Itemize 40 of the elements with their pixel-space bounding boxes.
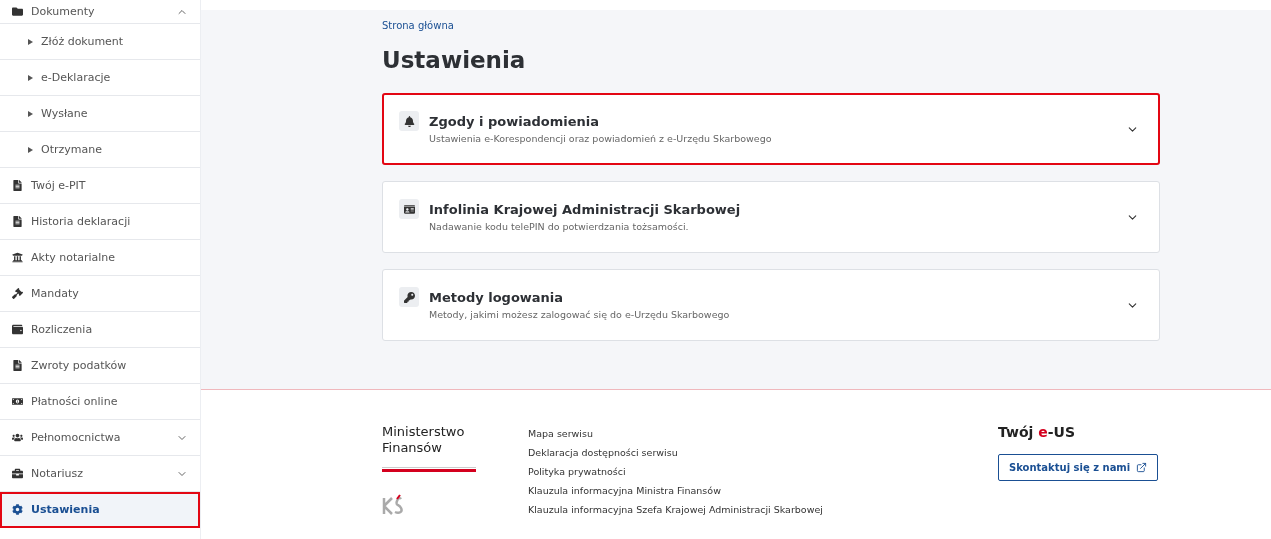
document-icon xyxy=(12,216,23,227)
banknote-icon xyxy=(12,396,23,407)
bullet-icon xyxy=(28,38,33,45)
contact-button[interactable]: Skontaktuj się z nami xyxy=(998,454,1159,481)
gavel-icon xyxy=(12,288,23,299)
bullet-icon xyxy=(28,74,33,81)
document-icon xyxy=(12,360,23,371)
bullet-icon xyxy=(28,110,33,117)
briefcase-icon xyxy=(12,468,23,479)
card-title: Zgody i powiadomienia xyxy=(429,114,600,129)
settings-icon xyxy=(12,504,23,515)
card-description: Metody, jakimi możesz zalogować się do e-Urzędu Skarbowego xyxy=(429,309,731,320)
card-description: Nadawanie kodu telePIN do potwierdzania tożsamości. xyxy=(429,221,690,232)
footer-link[interactable]: Deklaracja dostępności serwisu xyxy=(528,447,998,458)
settings-card[interactable]: Zgody i powiadomienia Ustawienia e-Korespondencji oraz powiadomień z e-Urzędu Skarbowego xyxy=(382,93,1160,165)
sidebar-item[interactable]: Ustawienia xyxy=(0,492,200,528)
ministry-name: Ministerstwo xyxy=(382,424,466,440)
bell-icon xyxy=(399,111,419,131)
external-link-icon xyxy=(1136,462,1148,473)
wallet-icon xyxy=(12,324,23,335)
bank-icon xyxy=(12,252,23,263)
card-title: Metody logowania xyxy=(429,290,565,305)
footer-link[interactable]: Klauzula informacyjna Szefa Krajowej Administracji Skarbowej xyxy=(528,504,998,515)
card-description: Ustawienia e-Korespondencji oraz powiadomień z e-Urzędu Skarbowego xyxy=(429,133,773,144)
id-card-icon xyxy=(399,199,419,219)
card-title: Infolinia Krajowej Administracji Skarbowej xyxy=(429,202,742,217)
key-icon xyxy=(399,287,419,307)
bullet-icon xyxy=(28,146,33,153)
folder-icon xyxy=(12,6,23,17)
settings-card[interactable]: Metody logowania Metody, jakimi możesz zalogować się do e-Urzędu Skarbowego xyxy=(382,269,1160,341)
settings-card[interactable]: Infolinia Krajowej Administracji Skarbowej Nadawanie kodu telePIN do potwierdzania tożsamości. xyxy=(382,181,1160,253)
breadcrumb-link[interactable]: Strona główna xyxy=(382,20,454,31)
document-icon xyxy=(12,180,23,191)
page-title: Ustawienia xyxy=(382,47,527,73)
footer-link[interactable]: Polityka prywatności xyxy=(528,466,998,477)
users-icon xyxy=(12,432,23,443)
footer-link[interactable]: Klauzula informacyjna Ministra Finansów xyxy=(528,485,998,496)
ministry-name: Finansów xyxy=(382,440,443,456)
footer-link[interactable]: Mapa serwisu xyxy=(528,428,998,439)
brand-title: Twój e-US xyxy=(998,424,1076,440)
